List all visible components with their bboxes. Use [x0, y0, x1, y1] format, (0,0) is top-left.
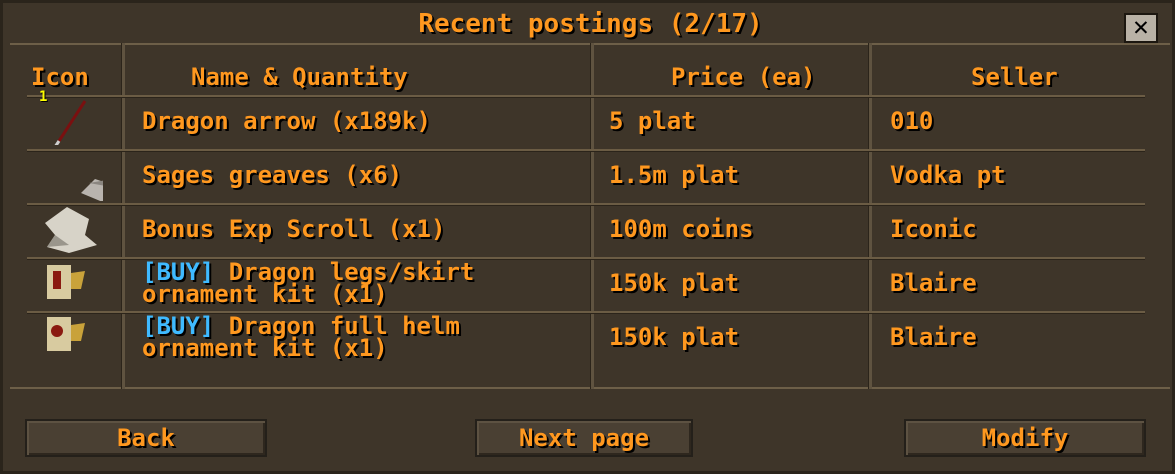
close-icon: ✕: [1133, 12, 1149, 42]
row-divider: [27, 149, 1145, 152]
item-quantity-overlay: 1: [39, 89, 48, 105]
item-name: Sages greaves (x6): [142, 161, 403, 189]
item-price: 150k plat: [609, 323, 740, 351]
next-page-button[interactable]: Next page: [475, 419, 693, 457]
header-price: Price (ea): [671, 63, 816, 91]
sages-greaves-icon: [81, 179, 103, 201]
item-name: Bonus Exp Scroll (x1): [142, 215, 446, 243]
item-name-line2: ornament kit (x1): [142, 334, 388, 362]
item-price: 5 plat: [609, 107, 696, 135]
item-name: [BUY] Dragon full helm ornament kit (x1): [142, 314, 460, 362]
postings-window: Recent postings (2/17) ✕ Icon Name & Qua…: [0, 0, 1175, 474]
seller-name: Blaire: [890, 269, 977, 297]
modify-button[interactable]: Modify: [904, 419, 1146, 457]
ornament-kit-icon: [47, 317, 85, 351]
seller-name: Blaire: [890, 323, 977, 351]
close-button[interactable]: ✕: [1124, 13, 1158, 43]
ornament-kit-icon: [47, 265, 85, 299]
seller-name: 010: [890, 107, 934, 135]
item-name: Dragon arrow (x189k): [142, 107, 431, 135]
back-button[interactable]: Back: [25, 419, 267, 457]
item-name-line2: ornament kit (x1): [142, 280, 388, 308]
window-title: Recent postings (2/17): [418, 9, 763, 39]
item-price: 150k plat: [609, 269, 740, 297]
header-icon: Icon: [31, 63, 89, 91]
header-seller: Seller: [971, 63, 1058, 91]
row-divider: [27, 95, 1145, 98]
item-price: 100m coins: [609, 215, 754, 243]
seller-name: Vodka pt: [890, 161, 1006, 189]
item-price: 1.5m plat: [609, 161, 740, 189]
item-name: [BUY] Dragon legs/skirt ornament kit (x1…: [142, 260, 474, 308]
scroll-icon: [45, 207, 97, 253]
header-name: Name & Quantity: [191, 63, 408, 91]
row-divider: [27, 203, 1145, 206]
seller-name: Iconic: [890, 215, 977, 243]
